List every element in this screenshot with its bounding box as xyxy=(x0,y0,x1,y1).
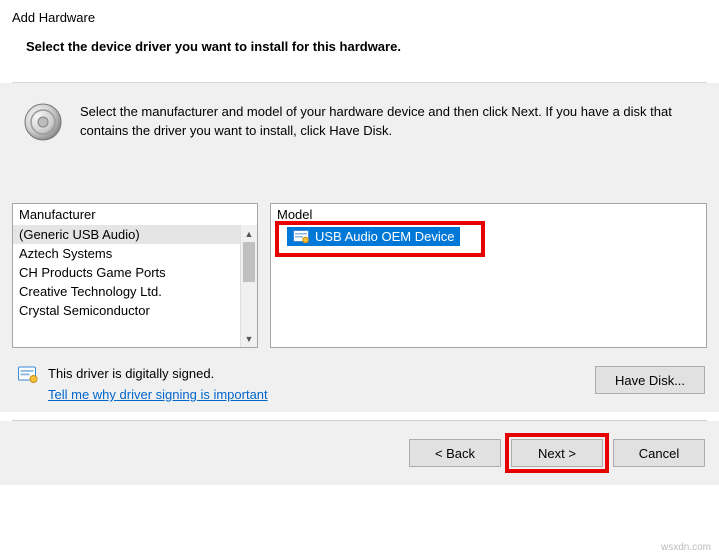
next-button[interactable]: Next > xyxy=(511,439,603,467)
certificate-icon xyxy=(293,230,309,244)
info-text: Select the manufacturer and model of you… xyxy=(80,101,699,143)
manufacturer-item[interactable]: Creative Technology Ltd. xyxy=(13,282,240,301)
manufacturer-listbox[interactable]: Manufacturer (Generic USB Audio) Aztech … xyxy=(12,203,258,348)
certificate-icon xyxy=(18,366,38,402)
wizard-footer: < Back Next > Cancel xyxy=(0,421,719,485)
hardware-icon xyxy=(22,101,64,143)
info-section: Select the manufacturer and model of you… xyxy=(0,83,719,203)
window-title: Add Hardware xyxy=(0,0,719,29)
manufacturer-item[interactable]: Crystal Semiconductor xyxy=(13,301,240,320)
header-instruction: Select the device driver you want to ins… xyxy=(0,29,719,82)
manufacturer-item[interactable]: Aztech Systems xyxy=(13,244,240,263)
scroll-thumb[interactable] xyxy=(243,242,255,282)
signing-info-link[interactable]: Tell me why driver signing is important xyxy=(48,387,268,402)
signing-status: This driver is digitally signed. xyxy=(48,366,268,381)
manufacturer-header: Manufacturer xyxy=(13,204,257,225)
model-listbox[interactable]: Model USB Audio OEM Device xyxy=(270,203,707,348)
scroll-down-icon[interactable]: ▼ xyxy=(241,330,257,347)
model-item-label: USB Audio OEM Device xyxy=(315,229,454,244)
scroll-up-icon[interactable]: ▲ xyxy=(241,225,257,242)
watermark: wsxdn.com xyxy=(661,542,711,553)
manufacturer-item[interactable]: (Generic USB Audio) xyxy=(13,225,240,244)
manufacturer-item[interactable]: CH Products Game Ports xyxy=(13,263,240,282)
back-button[interactable]: < Back xyxy=(409,439,501,467)
cancel-button[interactable]: Cancel xyxy=(613,439,705,467)
have-disk-button[interactable]: Have Disk... xyxy=(595,366,705,394)
scroll-track[interactable] xyxy=(241,242,257,330)
scrollbar[interactable]: ▲ ▼ xyxy=(240,225,257,347)
model-item[interactable]: USB Audio OEM Device xyxy=(287,227,460,246)
lists-row: Manufacturer (Generic USB Audio) Aztech … xyxy=(0,203,719,348)
signing-row: This driver is digitally signed. Tell me… xyxy=(0,348,719,412)
model-header: Model xyxy=(271,204,706,225)
